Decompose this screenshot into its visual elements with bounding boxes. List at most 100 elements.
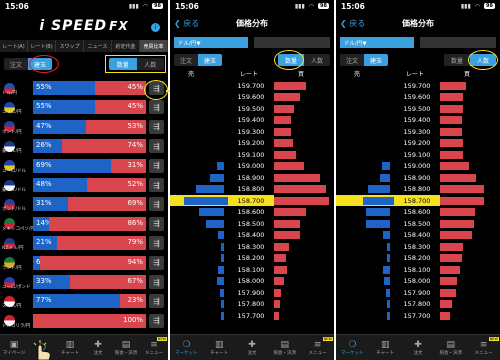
price-level: 157.800: [394, 298, 440, 310]
ratio-row[interactable]: 豪ドル/円 26% 74% ⇶: [0, 137, 168, 155]
order-segment[interactable]: 注文: [340, 54, 364, 66]
distribution-button[interactable]: ⇶: [149, 197, 164, 212]
tab-item[interactable]: ▥ チャート: [203, 335, 236, 360]
sell-volume-bar: [199, 208, 224, 216]
status-time: 15:06: [5, 1, 29, 11]
buy-ratio-value: 55%: [36, 83, 52, 91]
tab-item[interactable]: ▤ 照会・決済: [112, 335, 140, 360]
buy-volume-bar: [274, 139, 293, 147]
ranking-tab[interactable]: レート(B): [28, 40, 56, 52]
distribution-button[interactable]: ⇶: [149, 275, 164, 289]
position-segment[interactable]: 建玉: [364, 54, 388, 66]
tab-item[interactable]: ≡ メニュー NEW: [301, 335, 334, 360]
distribution-button[interactable]: ⇶: [149, 216, 164, 231]
currency-pair-label: NZドル/円: [2, 246, 24, 252]
ratio-row[interactable]: メキシコペソ/円 14% 86% ⇶: [0, 215, 168, 233]
buy-ratio-value: 77%: [36, 296, 52, 305]
sell-volume-bar: [387, 311, 390, 320]
distribution-button[interactable]: ⇶: [149, 119, 164, 134]
currency-pair-select[interactable]: ドル/円▼: [340, 37, 414, 48]
distribution-button[interactable]: ⇶: [149, 313, 164, 328]
price-level: 158.600: [228, 206, 274, 218]
buy-volume-bar: [274, 93, 300, 101]
tab-item[interactable]: ❍ マーケット: [170, 335, 203, 360]
amount-segment[interactable]: 数量: [444, 54, 470, 66]
price-level: 159.400: [228, 114, 274, 126]
currency-pair-select[interactable]: ドル/円▼: [174, 37, 248, 48]
tab-label: 照会・決済: [114, 350, 138, 356]
sell-volume-bar: [386, 288, 390, 297]
back-button[interactable]: ❮ 戻る: [174, 18, 199, 29]
distribution-button[interactable]: ⇶: [149, 294, 164, 309]
ranking-tab[interactable]: ニュース: [84, 40, 112, 52]
ratio-row[interactable]: ポンド/円 47% 53% ⇶: [0, 118, 168, 136]
price-level: 158.200: [394, 252, 440, 264]
people-segment[interactable]: 人数: [304, 54, 330, 66]
buy-volume-bar: [274, 185, 326, 193]
sell-volume-bar: [218, 265, 224, 274]
ratio-row[interactable]: ユーロ/ポンド 33% 67% ⇶: [0, 273, 168, 291]
ratio-row[interactable]: ドル/円 55% 45% ⇶: [0, 79, 168, 97]
order-segment[interactable]: 注文: [4, 58, 28, 70]
price-row: 159.200: [336, 137, 500, 149]
distribution-button[interactable]: ⇶: [149, 178, 164, 192]
status-bar: 15:06 ▮▮▮ ◠ 98: [336, 0, 500, 12]
buy-ratio-fill: 55%: [33, 100, 95, 115]
new-badge: NEW: [488, 337, 499, 341]
tab-item[interactable]: ≡ メニュー NEW: [140, 335, 168, 360]
tab-item[interactable]: ▤ 照会・決済: [434, 335, 467, 360]
tab-label: 注文: [413, 350, 423, 356]
sell-ratio-fill: 23%: [120, 294, 146, 309]
tab-item[interactable]: ▤ 照会・決済: [268, 335, 301, 360]
tab-item[interactable]: ≡ メニュー NEW: [467, 335, 500, 360]
sell-ratio-fill: 53%: [86, 119, 146, 134]
currency-pair-label: 豪ドル/円: [2, 149, 22, 155]
info-icon[interactable]: i: [151, 23, 160, 32]
ratio-row[interactable]: 豪ドル/ドル 48% 52% ⇶: [0, 176, 168, 194]
order-segment[interactable]: 注文: [174, 54, 198, 66]
sell-volume-bar: [387, 254, 390, 262]
rate-header: レート: [406, 70, 425, 78]
bottom-tab-bar: ❍ マーケット ▥ チャート ✚ 注文 ▤ 照会・決済 ≡ メニュー NEW: [170, 334, 334, 360]
ranking-tab[interactable]: レート(A): [0, 40, 28, 52]
back-button[interactable]: ❮ 戻る: [340, 18, 365, 29]
distribution-button[interactable]: ⇶: [149, 100, 164, 115]
ratio-row[interactable]: ユーロ/ドル 69% 31% ⇶: [0, 157, 168, 175]
distribution-button[interactable]: ⇶: [149, 255, 164, 270]
price-row: 159.000: [336, 160, 500, 172]
distribution-icon: ⇶: [153, 258, 160, 268]
sell-header: 売: [188, 70, 195, 78]
ratio-row[interactable]: ユーロ/円 55% 45% ⇶: [0, 98, 168, 116]
ranking-tab[interactable]: スワップ: [56, 40, 84, 52]
currency-pair-label: ユーロ/円: [2, 110, 22, 116]
sell-volume-bar: [217, 162, 224, 170]
price-row: 159.300: [170, 126, 334, 137]
tab-item[interactable]: ❍ マーケット: [336, 335, 369, 360]
buy-sell-ratio-bar: 48% 52%: [33, 178, 146, 192]
price-row: 157.800: [170, 298, 334, 310]
ranking-tab[interactable]: 約定代金: [112, 40, 140, 52]
buy-sell-ratio-bar: 26% 74%: [33, 139, 146, 154]
ratio-row[interactable]: ランド/円 6% 94% ⇶: [0, 254, 168, 272]
tab-item[interactable]: ✚ 注文: [236, 335, 269, 360]
tab-icon: ❍: [182, 339, 191, 350]
tab-item[interactable]: ✚ 注文: [84, 335, 112, 360]
position-segment[interactable]: 建玉: [198, 54, 222, 66]
tab-item[interactable]: ▥ チャート: [369, 335, 402, 360]
tab-item[interactable]: ▥ チャート: [56, 335, 84, 360]
ratio-row[interactable]: NZドル/円 21% 79% ⇶: [0, 234, 168, 252]
distribution-button[interactable]: ⇶: [149, 139, 164, 154]
sell-ratio-value: 31%: [127, 160, 143, 169]
tab-item[interactable]: ▣ マイページ: [0, 335, 28, 360]
distribution-button[interactable]: ⇶: [149, 158, 164, 173]
ratio-row[interactable]: トルコリラ/円 0% 100% ⇶: [0, 312, 168, 330]
ratio-row[interactable]: スイス/円 77% 23% ⇶: [0, 292, 168, 310]
tab-item[interactable]: ✚ 注文: [402, 335, 435, 360]
ranking-tab[interactable]: 売買比率: [140, 40, 168, 52]
ratio-row[interactable]: ポンド/ドル 31% 69% ⇶: [0, 195, 168, 213]
buy-ratio-fill: 69%: [33, 158, 111, 173]
buy-ratio-fill: 31%: [33, 197, 68, 212]
price-row: 158.000: [170, 275, 334, 287]
sell-volume-bar: [387, 242, 390, 251]
distribution-button[interactable]: ⇶: [149, 236, 164, 251]
